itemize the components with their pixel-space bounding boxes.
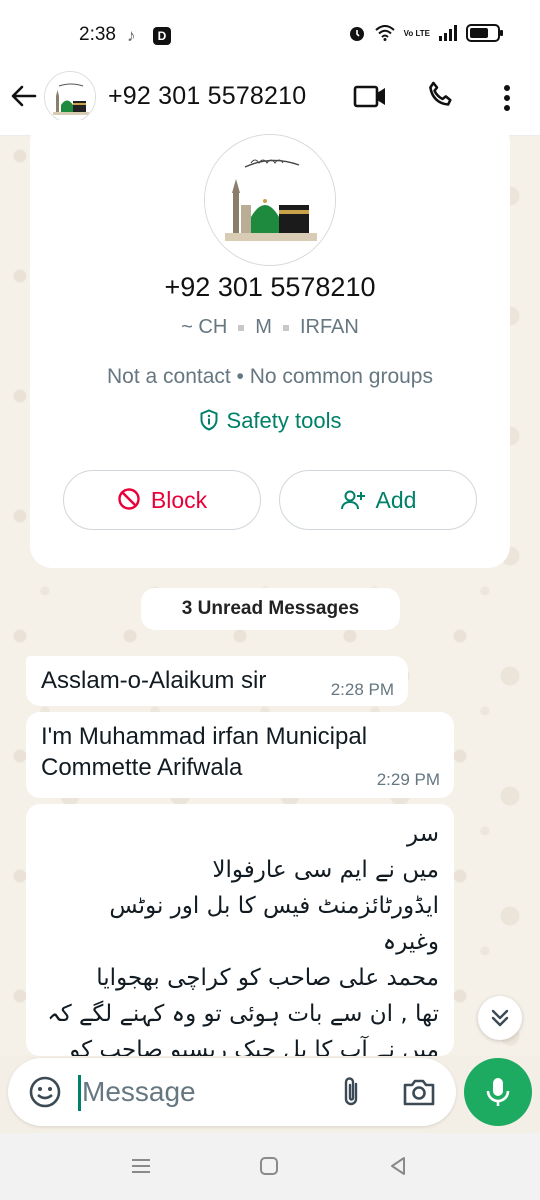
emoji-icon (29, 1076, 61, 1108)
mosque-avatar-image (45, 72, 95, 122)
voice-message-button[interactable] (464, 1058, 532, 1126)
contact-meta: Not a contact • No common groups (106, 365, 433, 388)
unread-messages-divider: 3 Unread Messages (141, 588, 400, 630)
system-navigation-bar (0, 1133, 540, 1200)
add-contact-button[interactable]: Add (279, 470, 477, 530)
message-line: وغیرہ (382, 929, 439, 955)
video-call-button[interactable] (352, 80, 392, 116)
incoming-message[interactable]: I'm Muhammad irfan Municipal Commette Ar… (26, 712, 454, 798)
battery-icon (466, 24, 503, 42)
camera-button[interactable] (402, 1076, 436, 1113)
message-time: 2:28 PM (330, 680, 394, 699)
message-line: ایڈورٹائزمنٹ فیس کا بل اور نوٹس (109, 893, 439, 919)
attach-button[interactable] (338, 1075, 366, 1114)
recent-apps-icon[interactable] (130, 1155, 152, 1177)
back-button[interactable] (6, 76, 42, 116)
block-icon (118, 488, 140, 510)
emoji-button[interactable] (28, 1075, 62, 1114)
more-options-button[interactable] (492, 78, 522, 118)
wifi-icon (374, 25, 395, 41)
message-time: 2:29 PM (376, 770, 440, 789)
scroll-to-bottom-button[interactable] (478, 996, 522, 1040)
message-line: سر (407, 821, 439, 847)
signal-icon (439, 25, 457, 41)
status-icons: Vo LTE (348, 24, 503, 42)
message-text: Asslam-o-Alaikum sir (41, 667, 267, 694)
block-button[interactable]: Block (63, 470, 261, 530)
paperclip-icon (344, 1077, 358, 1106)
status-bar: 2:38 ♪ D Vo LTE (0, 0, 540, 62)
contact-info-card: +92 301 5578210 ~ CH M IRFAN Not a contact… (30, 120, 510, 568)
shield-info-icon (200, 409, 218, 431)
incoming-message[interactable]: سر میں نے ایم سی عارفوالا ایڈورٹائزمنٹ ف… (26, 804, 454, 1056)
contact-avatar[interactable] (44, 71, 96, 123)
tiktok-notification-icon: ♪ (127, 26, 136, 45)
contact-display-name: ~ CH M IRFAN (30, 316, 510, 339)
text-cursor (78, 1075, 81, 1111)
mosque-profile-image (205, 135, 335, 265)
phone-call-icon (429, 81, 452, 106)
safety-tools-link[interactable]: Safety tools (30, 408, 510, 434)
app-notification-icon: D (153, 27, 171, 45)
separator (282, 324, 289, 331)
home-icon[interactable] (258, 1155, 280, 1177)
message-line: میں نے ایم سی عارفوالا (212, 857, 439, 883)
voice-call-button[interactable] (424, 78, 464, 118)
block-label: Block (150, 487, 208, 513)
back-arrow-icon (11, 85, 37, 107)
name-part: IRFAN (299, 316, 359, 338)
volte-indicator: Vo LTE (403, 28, 430, 38)
microphone-icon (486, 1078, 510, 1106)
separator (238, 324, 245, 331)
contact-phone-number: +92 301 5578210 (164, 272, 376, 302)
double-chevron-down-icon (491, 1009, 509, 1027)
more-options-icon (504, 85, 510, 111)
contact-profile-photo[interactable] (204, 134, 336, 266)
incoming-message[interactable]: Asslam-o-Alaikum sir 2:28 PM (26, 656, 408, 706)
message-text-urdu: سر میں نے ایم سی عارفوالا ایڈورٹائزمنٹ ف… (39, 816, 439, 1056)
message-line: میں نے آپ کا بل چیک ریسیو صاحب کو (69, 1037, 439, 1056)
name-part: ~ CH (181, 316, 228, 338)
alarm-icon (349, 27, 364, 41)
video-call-icon (353, 85, 385, 108)
add-person-icon (340, 490, 365, 510)
name-part: M (255, 316, 272, 338)
back-nav-icon[interactable] (387, 1155, 409, 1177)
add-label: Add (375, 487, 417, 513)
contact-title[interactable]: +92 301 5578210 (108, 82, 306, 111)
message-composer (8, 1058, 456, 1126)
message-line: محمد علی صاحب کو کراچی بھجوایا (96, 965, 439, 991)
message-line: تھا , ان سے بات ہوئی تو وہ کہنے لگے کہ (47, 1001, 439, 1027)
status-time: 2:38 (79, 24, 116, 45)
camera-icon (403, 1079, 435, 1106)
safety-tools-label: Safety tools (226, 408, 342, 433)
message-input[interactable] (82, 1070, 322, 1114)
